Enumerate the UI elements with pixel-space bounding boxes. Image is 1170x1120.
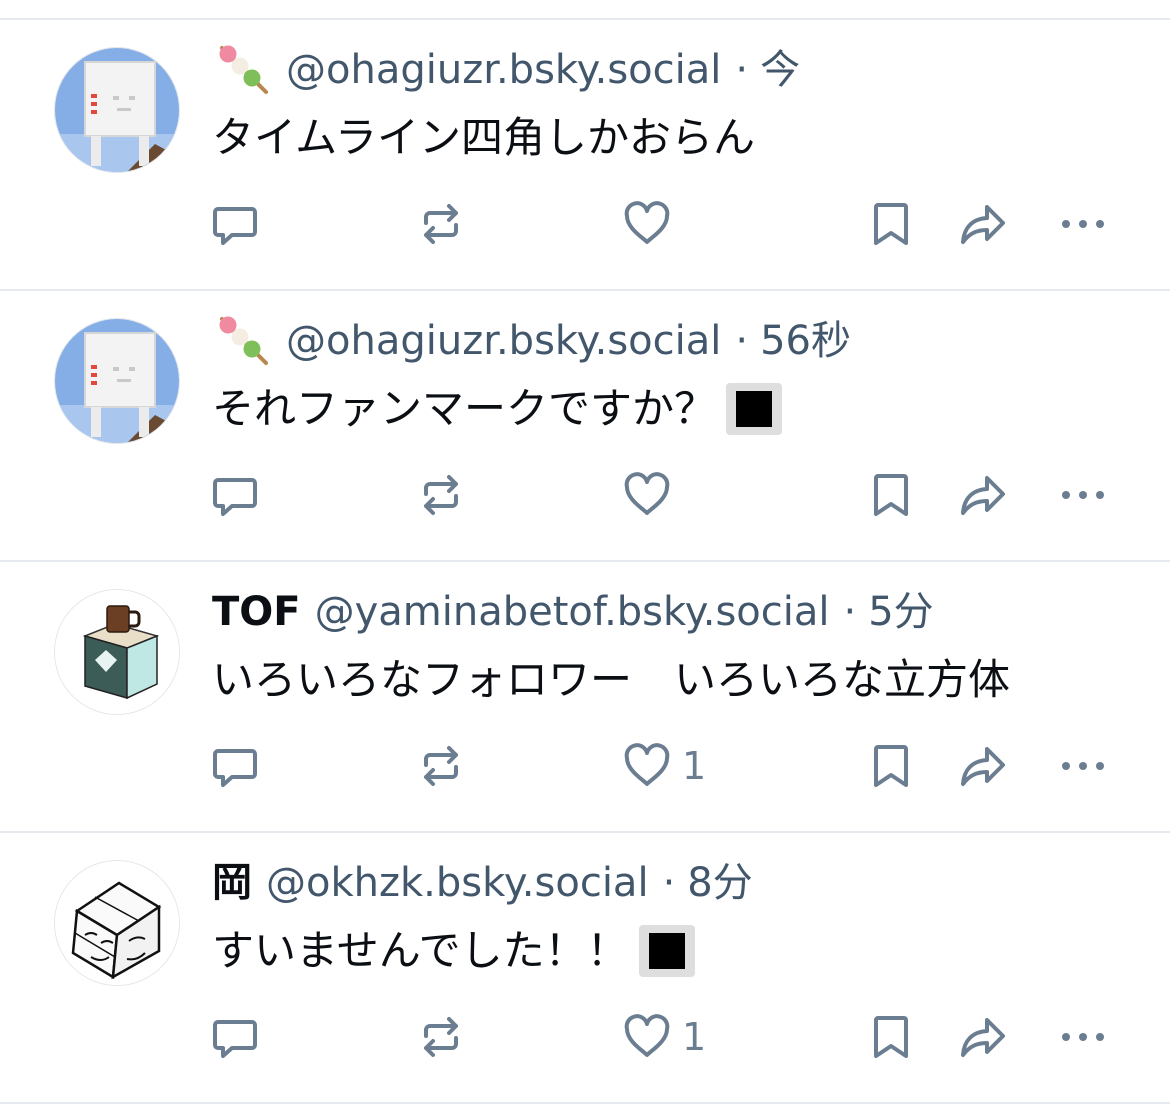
share-button[interactable] (958, 738, 1008, 794)
repost-icon (416, 470, 466, 520)
repost-icon (416, 199, 466, 249)
feed-post[interactable]: 岡 @okhzk.bsky.social · 8分 すいませんでした！！ 1 (0, 833, 1170, 1103)
post-text: タイムライン四角しかおらん (212, 108, 1142, 168)
feed-post[interactable]: @ohagiuzr.bsky.social · 56秒 それファンマークですか？ (0, 291, 1170, 561)
meta-separator: · (735, 318, 749, 364)
post-text-content: すいませんでした！！ (212, 926, 629, 975)
like-icon (622, 199, 672, 249)
blocky-ghost-avatar[interactable] (54, 47, 180, 173)
post-text-content: タイムライン四角しかおらん (212, 113, 756, 162)
post-actions: 1 (0, 1009, 1170, 1065)
bookmark-button[interactable] (866, 467, 916, 523)
share-button[interactable] (958, 196, 1008, 252)
post-timestamp[interactable]: 今 (760, 42, 800, 98)
post-actions: 1 (0, 738, 1170, 794)
share-icon (958, 741, 1008, 791)
feed-post[interactable]: TOF @yaminabetof.bsky.social · 5分 いろいろなフ… (0, 562, 1170, 832)
share-icon (958, 1012, 1008, 1062)
more-options-button[interactable] (1058, 738, 1108, 794)
like-button[interactable] (622, 467, 682, 523)
more-icon (1058, 741, 1108, 791)
repost-button[interactable] (416, 467, 466, 523)
post-timestamp[interactable]: 5分 (868, 584, 933, 640)
meta-separator: · (662, 860, 676, 906)
share-button[interactable] (958, 467, 1008, 523)
black-square-emoji (638, 925, 695, 977)
more-options-button[interactable] (1058, 196, 1108, 252)
bookmark-icon (866, 199, 916, 249)
like-icon (622, 470, 672, 520)
author-display-name[interactable]: 岡 (212, 855, 252, 911)
dango-emoji (212, 313, 272, 369)
like-icon (622, 1012, 672, 1062)
reply-button[interactable] (210, 738, 260, 794)
sketch-cube-avatar[interactable] (54, 860, 180, 986)
post-header: TOF @yaminabetof.bsky.social · 5分 (212, 584, 1132, 640)
share-icon (958, 470, 1008, 520)
repost-button[interactable] (416, 738, 466, 794)
bookmark-button[interactable] (866, 1009, 916, 1065)
more-icon (1058, 199, 1108, 249)
reply-button[interactable] (210, 1009, 260, 1065)
meta-separator: · (843, 589, 857, 635)
post-timestamp[interactable]: 8分 (687, 855, 752, 911)
black-square-emoji (726, 383, 783, 435)
author-handle[interactable]: @ohagiuzr.bsky.social (286, 313, 721, 369)
post-header: @ohagiuzr.bsky.social · 56秒 (212, 313, 1132, 369)
author-handle[interactable]: @ohagiuzr.bsky.social (286, 42, 721, 98)
repost-button[interactable] (416, 1009, 466, 1065)
meta-separator: · (735, 47, 749, 93)
reply-icon (210, 470, 260, 520)
like-button[interactable] (622, 196, 682, 252)
more-icon (1058, 470, 1108, 520)
post-actions (0, 467, 1170, 523)
post-text-content: いろいろなフォロワー いろいろな立方体 (212, 655, 1011, 704)
reply-icon (210, 1012, 260, 1062)
like-button[interactable]: 1 (622, 1009, 706, 1065)
post-text: すいませんでした！！ (212, 921, 1142, 981)
blocky-ghost-avatar[interactable] (54, 318, 180, 444)
post-text-content: それファンマークですか？ (212, 384, 717, 433)
bottom-divider (0, 1102, 1170, 1104)
reply-icon (210, 199, 260, 249)
author-handle[interactable]: @okhzk.bsky.social (266, 855, 649, 911)
bookmark-icon (866, 741, 916, 791)
post-text: それファンマークですか？ (212, 379, 1142, 439)
share-button[interactable] (958, 1009, 1008, 1065)
bookmark-icon (866, 1012, 916, 1062)
post-actions (0, 196, 1170, 252)
post-header: @ohagiuzr.bsky.social · 今 (212, 42, 1132, 98)
bookmark-button[interactable] (866, 196, 916, 252)
post-text: いろいろなフォロワー いろいろな立方体 (212, 650, 1142, 710)
more-options-button[interactable] (1058, 1009, 1108, 1065)
like-count: 1 (682, 1015, 707, 1059)
like-button[interactable]: 1 (622, 738, 706, 794)
bookmark-icon (866, 470, 916, 520)
reply-icon (210, 741, 260, 791)
repost-button[interactable] (416, 196, 466, 252)
author-handle[interactable]: @yaminabetof.bsky.social (315, 584, 830, 640)
bookmark-button[interactable] (866, 738, 916, 794)
post-timestamp[interactable]: 56秒 (760, 313, 851, 369)
more-options-button[interactable] (1058, 467, 1108, 523)
more-icon (1058, 1012, 1108, 1062)
like-count: 1 (682, 744, 707, 788)
repost-icon (416, 1012, 466, 1062)
dango-emoji (212, 42, 272, 98)
reply-button[interactable] (210, 467, 260, 523)
reply-button[interactable] (210, 196, 260, 252)
mug-cube-avatar[interactable] (54, 589, 180, 715)
share-icon (958, 199, 1008, 249)
like-icon (622, 741, 672, 791)
author-display-name[interactable]: TOF (212, 584, 301, 640)
post-header: 岡 @okhzk.bsky.social · 8分 (212, 855, 1132, 911)
repost-icon (416, 741, 466, 791)
feed-post[interactable]: @ohagiuzr.bsky.social · 今 タイムライン四角しかおらん (0, 20, 1170, 290)
